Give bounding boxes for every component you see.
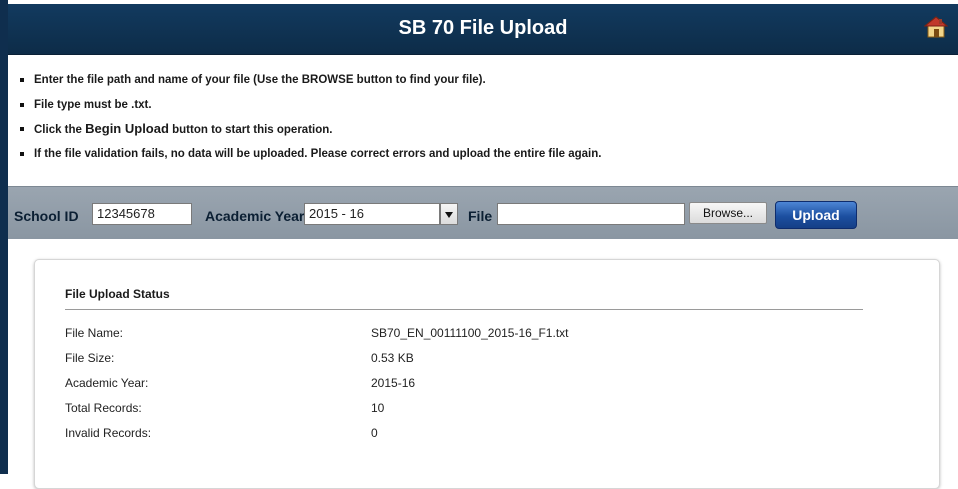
status-label: File Name:: [65, 326, 124, 340]
status-value: 0.53 KB: [371, 351, 414, 365]
instruction-item: Enter the file path and name of your fil…: [18, 72, 601, 97]
academic-year-label: Academic Year: [205, 208, 305, 224]
status-row-total-records: Total Records: 10: [65, 401, 865, 421]
chevron-down-icon[interactable]: [440, 203, 458, 225]
academic-year-select[interactable]: 2015 - 16: [304, 203, 440, 225]
instruction-suffix: button to start this operation.: [168, 124, 333, 136]
left-edge-bar: [0, 0, 8, 474]
status-value: 0: [371, 426, 378, 440]
page-header: SB 70 File Upload: [8, 4, 958, 55]
status-row-academic-year: Academic Year: 2015-16: [65, 376, 865, 396]
status-divider: [65, 309, 863, 310]
status-label: File Size:: [65, 351, 115, 365]
file-path-input[interactable]: [497, 203, 685, 225]
status-row-invalid-records: Invalid Records: 0: [65, 426, 865, 446]
instructions-list: Enter the file path and name of your fil…: [18, 72, 601, 170]
instruction-item: Click the Begin Upload button to start t…: [18, 121, 601, 146]
instruction-item: If the file validation fails, no data wi…: [18, 146, 601, 171]
status-value: 10: [371, 401, 385, 415]
page-title: SB 70 File Upload: [398, 17, 568, 39]
status-value: SB70_EN_00111100_2015-16_F1.txt: [371, 326, 569, 340]
browse-button[interactable]: Browse...: [689, 202, 767, 224]
status-row-file-size: File Size: 0.53 KB: [65, 351, 865, 371]
instruction-item: File type must be .txt.: [18, 97, 601, 122]
status-value: 2015-16: [371, 376, 416, 390]
instruction-prefix: Click the: [34, 124, 86, 136]
file-label: File: [468, 208, 493, 224]
home-icon[interactable]: [923, 15, 949, 39]
status-row-file-name: File Name: SB70_EN_00111100_2015-16_F1.t…: [65, 326, 865, 346]
status-label: Invalid Records:: [65, 426, 152, 440]
instruction-emphasis: Begin Upload: [85, 121, 169, 136]
status-label: Academic Year:: [65, 376, 149, 390]
school-id-label: School ID: [14, 208, 79, 224]
file-upload-status-panel: File Upload Status File Name: SB70_EN_00…: [34, 259, 940, 489]
upload-button[interactable]: Upload: [775, 201, 857, 229]
upload-toolbar: School ID 12345678 Academic Year 2015 - …: [8, 186, 958, 239]
school-id-input[interactable]: 12345678: [92, 203, 192, 225]
status-label: Total Records:: [65, 401, 142, 415]
status-title: File Upload Status: [65, 287, 170, 301]
